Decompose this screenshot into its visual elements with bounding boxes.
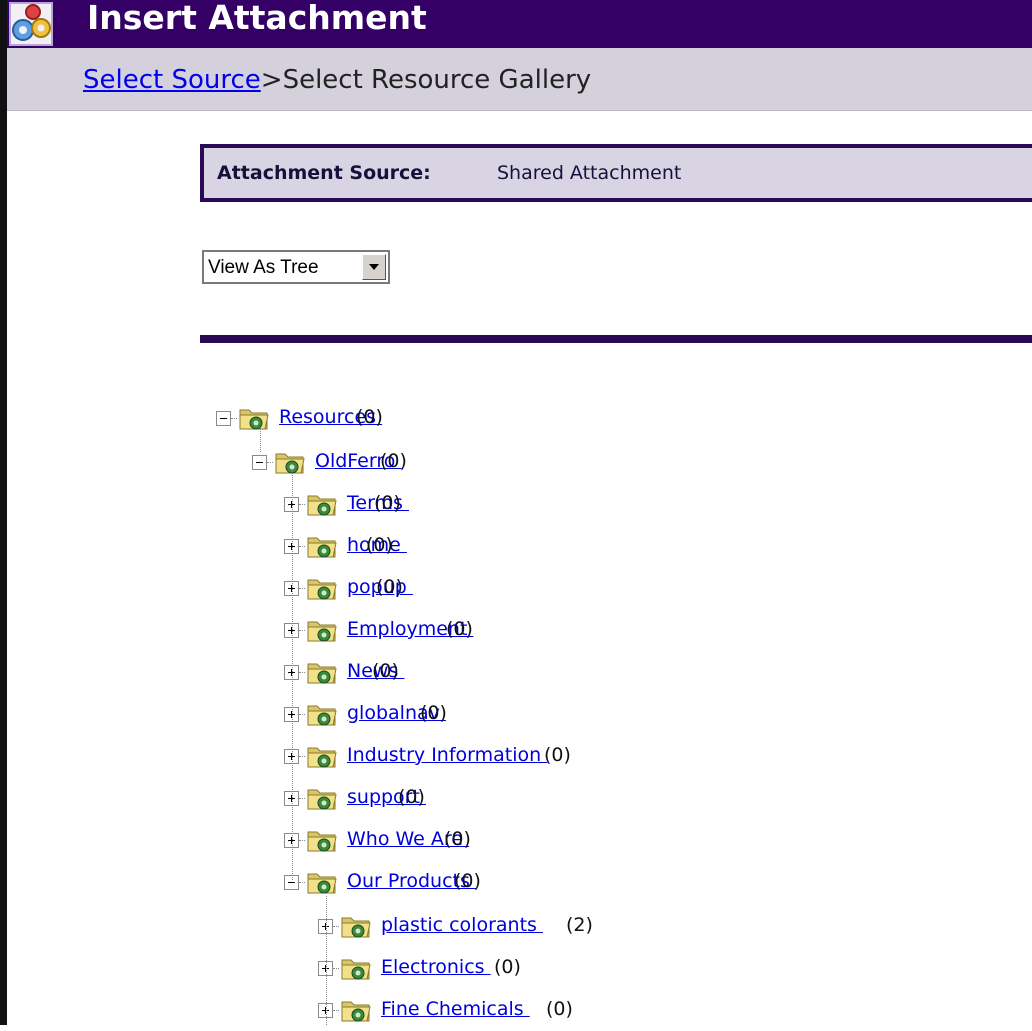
tree-node-count: (0) xyxy=(420,702,447,724)
folder-resource-icon xyxy=(339,952,373,984)
tree-connector xyxy=(326,896,327,1025)
tree-node-count: (0) xyxy=(494,956,521,978)
tree-node-count: (0) xyxy=(374,492,401,514)
folder-resource-icon xyxy=(305,782,339,814)
attachment-source-panel: Attachment Source: Shared Attachment xyxy=(200,144,1032,202)
tree-node-link[interactable]: Industry Information xyxy=(347,744,547,766)
tree-node-count: (2) xyxy=(566,914,593,936)
attachment-source-label: Attachment Source: xyxy=(217,162,431,184)
folder-resource-icon xyxy=(339,994,373,1026)
tree-node-count: (0) xyxy=(376,576,403,598)
folder-resource-icon xyxy=(237,402,271,434)
folder-resource-icon xyxy=(305,572,339,604)
tree-node-link[interactable]: Electronics xyxy=(381,956,491,978)
folder-resource-icon xyxy=(305,614,339,646)
folder-resource-icon xyxy=(339,910,373,942)
window-title: Insert Attachment xyxy=(87,0,427,37)
tree-node-count: (0) xyxy=(544,744,571,766)
tree-connector xyxy=(260,428,261,452)
app-gears-icon xyxy=(9,2,53,46)
view-mode-selected: View As Tree xyxy=(208,257,319,278)
attachment-source-value: Shared Attachment xyxy=(497,162,682,184)
folder-resource-icon xyxy=(305,824,339,856)
collapse-toggle-icon[interactable] xyxy=(252,455,267,470)
tree-node-count: (0) xyxy=(398,786,425,808)
folder-resource-icon xyxy=(305,530,339,562)
folder-resource-icon xyxy=(273,446,307,478)
breadcrumb: Select Source>Select Resource Gallery xyxy=(83,65,591,95)
window-left-border xyxy=(0,0,7,1025)
tree-node-link[interactable]: plastic colorants xyxy=(381,914,543,936)
breadcrumb-link-select-source[interactable]: Select Source xyxy=(83,65,261,95)
collapse-toggle-icon[interactable] xyxy=(216,411,231,426)
tree-node-count: (0) xyxy=(546,998,573,1020)
tree-connector xyxy=(292,470,293,880)
folder-resource-icon xyxy=(305,740,339,772)
tree-node-count: (0) xyxy=(372,660,399,682)
tree-node-count: (0) xyxy=(356,406,383,428)
folder-resource-icon xyxy=(305,866,339,898)
tree-node-count: (0) xyxy=(454,870,481,892)
tree-node-count: (0) xyxy=(446,618,473,640)
view-mode-select[interactable]: View As Tree xyxy=(202,250,390,284)
breadcrumb-current: Select Resource Gallery xyxy=(282,65,592,95)
title-bar: Insert Attachment xyxy=(7,0,1032,48)
tree-node-count: (0) xyxy=(380,450,407,472)
tree-node-link[interactable]: Fine Chemicals xyxy=(381,998,530,1020)
tree-node-count: (0) xyxy=(366,534,393,556)
folder-resource-icon xyxy=(305,656,339,688)
tree-node-count: (0) xyxy=(444,828,471,850)
breadcrumb-separator: > xyxy=(260,65,283,95)
dropdown-arrow-icon[interactable] xyxy=(362,254,386,280)
breadcrumb-bar: Select Source>Select Resource Gallery xyxy=(7,48,1032,111)
section-divider xyxy=(200,335,1032,343)
folder-resource-icon xyxy=(305,488,339,520)
folder-resource-icon xyxy=(305,698,339,730)
